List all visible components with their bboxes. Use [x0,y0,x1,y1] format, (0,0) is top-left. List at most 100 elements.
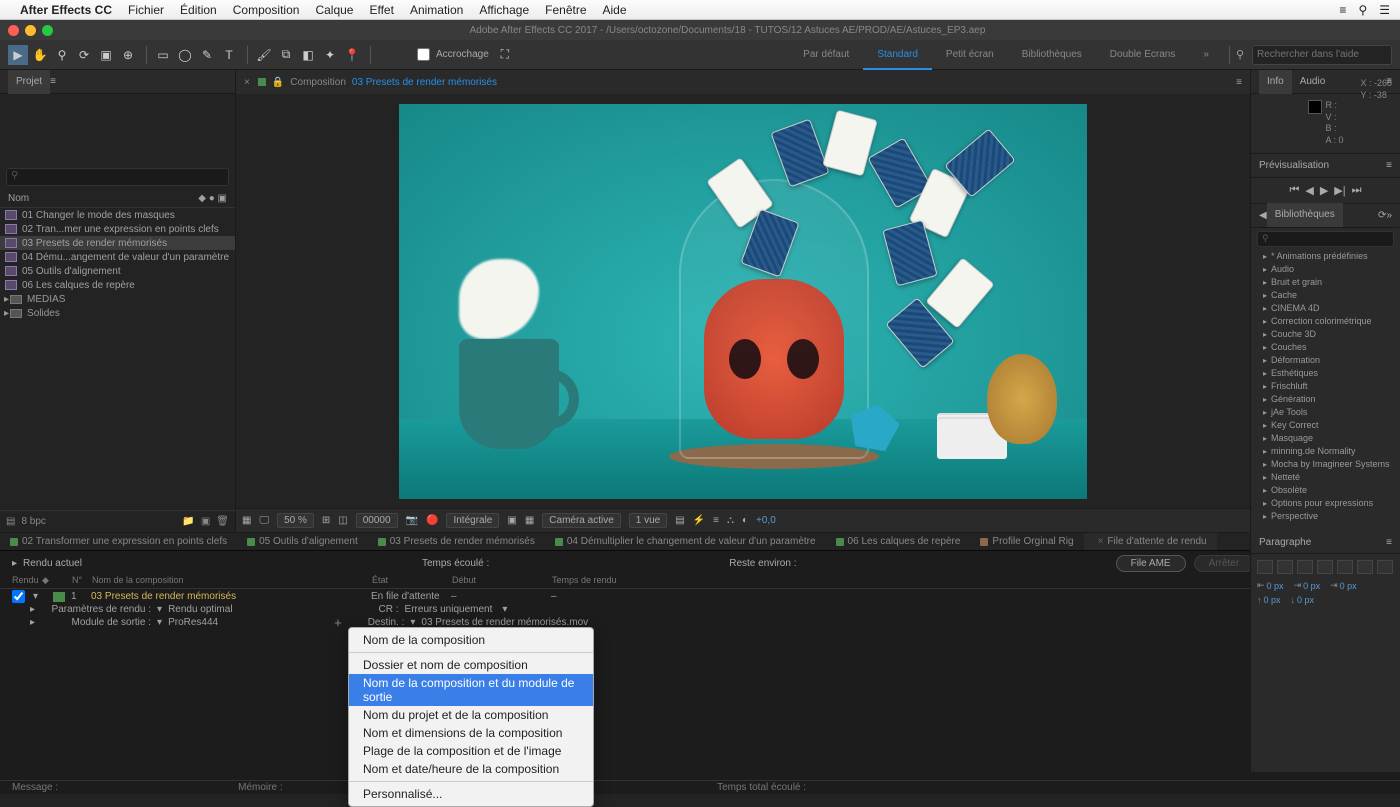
snap-option-icon[interactable]: ⛶ [495,45,515,65]
project-tab[interactable]: Projet [8,70,50,94]
ctx-item[interactable]: Nom et date/heure de la composition [349,760,593,778]
workspace-standard[interactable]: Standard [863,40,932,70]
composition-name[interactable]: 03 Presets de render mémorisés [352,77,497,88]
timeline-tab[interactable]: 03 Presets de render mémorisés [368,533,545,551]
indent-right[interactable]: ⇥0 px [1330,580,1357,591]
roto-tool[interactable]: ✦ [320,45,340,65]
menubar-list-icon[interactable]: ☰ [1379,3,1390,17]
menu-effet[interactable]: Effet [369,3,393,17]
project-item[interactable]: 04 Dému...angement de valeur d'un paramè… [0,250,235,264]
lib-category[interactable]: Masquage [1251,432,1400,445]
timeline-tab[interactable]: 06 Les calques de repère [826,533,971,551]
play-button[interactable]: ▶ [1320,184,1328,197]
close-window-button[interactable] [8,25,19,36]
add-output-button[interactable]: + [334,615,342,630]
space-before[interactable]: ↑0 px [1257,595,1281,605]
ctx-item[interactable]: Nom du projet et de la composition [349,706,593,724]
render-enable-checkbox[interactable] [12,590,25,603]
workspace-default[interactable]: Par défaut [789,40,863,70]
align-center-button[interactable] [1277,560,1293,574]
paragraph-menu-icon[interactable]: ≡ [1386,537,1392,548]
zoom-dropdown[interactable]: 50 % [277,513,314,528]
resolution-dropdown[interactable]: Intégrale [446,513,499,528]
clone-tool[interactable]: ⧉ [276,45,296,65]
menu-fenetre[interactable]: Fenêtre [545,3,586,17]
lib-category[interactable]: Correction colorimétrique [1251,315,1400,328]
menu-animation[interactable]: Animation [410,3,463,17]
project-item[interactable]: 05 Outils d'alignement [0,264,235,278]
magnification-icon[interactable]: ▦ [242,515,251,526]
menu-fichier[interactable]: Fichier [128,3,164,17]
preview-menu-icon[interactable]: ≡ [1386,160,1392,171]
lib-category[interactable]: jAe Tools [1251,406,1400,419]
lib-category[interactable]: Cache [1251,289,1400,302]
snapshot-icon[interactable]: 📷 [406,515,418,526]
rectangle-tool[interactable]: ▭ [153,45,173,65]
camera-dropdown[interactable]: Caméra active [542,513,620,528]
menu-aide[interactable]: Aide [603,3,627,17]
pixel-aspect-icon[interactable]: ▤ [675,515,684,526]
reset-exposure-icon[interactable]: ◐ [742,515,748,526]
pan-behind-tool[interactable]: ⊕ [118,45,138,65]
menu-composition[interactable]: Composition [233,3,300,17]
justify-last-right-button[interactable] [1357,560,1373,574]
type-tool[interactable]: T [219,45,239,65]
ctx-item[interactable]: Nom de la composition [349,631,593,649]
menu-affichage[interactable]: Affichage [479,3,529,17]
comp-tab-close[interactable]: × [244,77,250,88]
fast-preview-icon[interactable]: ⚡ [693,515,705,526]
pen-tool[interactable]: ✎ [197,45,217,65]
snapping-checkbox[interactable] [417,48,430,61]
ctx-item[interactable]: Plage de la composition et de l'image [349,742,593,760]
camera-tool[interactable]: ▣ [96,45,116,65]
info-tab[interactable]: Info [1259,70,1292,94]
new-folder-icon[interactable]: 📁 [182,516,194,527]
lib-category[interactable]: minning.de Normality [1251,445,1400,458]
render-settings-link[interactable]: Rendu optimal [168,604,232,615]
lib-category[interactable]: Esthétiques [1251,367,1400,380]
project-search-input[interactable]: ⚲ [6,168,229,186]
preview-tab[interactable]: Prévisualisation [1259,160,1329,171]
project-folder[interactable]: ▸ Solides [0,306,235,320]
indent-first[interactable]: ⇥0 px [1294,580,1321,591]
timeline-tab[interactable]: Profile Orginal Rig [970,533,1083,551]
lib-category[interactable]: Perspective [1251,510,1400,523]
justify-last-center-button[interactable] [1337,560,1353,574]
project-folder[interactable]: ▸ MEDIAS [0,292,235,306]
trash-icon[interactable]: 🗑 [216,516,229,527]
workspace-small[interactable]: Petit écran [932,40,1008,70]
prev-frame-button[interactable]: ◀ [1305,184,1313,197]
menu-edition[interactable]: Édition [180,3,217,17]
view-dropdown[interactable]: 1 vue [629,513,667,528]
lib-category[interactable]: * Animations prédéfinies [1251,250,1400,263]
paragraph-tab[interactable]: Paragraphe [1259,537,1311,548]
last-frame-button[interactable]: ⏭ [1352,184,1362,197]
interpret-icon[interactable]: ▤ [6,516,15,527]
space-after[interactable]: ↓0 px [1291,595,1315,605]
bpc-toggle[interactable]: 8 bpc [21,516,45,527]
lib-category[interactable]: Déformation [1251,354,1400,367]
composition-canvas[interactable] [399,104,1087,499]
selection-tool[interactable]: ▶ [8,45,28,65]
roi-icon[interactable]: ▣ [507,515,516,526]
workspace-overflow[interactable]: » [1189,40,1223,70]
render-item-row[interactable]: ▾ 1 03 Presets de render mémorisés En fi… [0,589,1400,604]
ctx-item-highlighted[interactable]: Nom de la composition et du module de so… [349,674,593,706]
project-item[interactable]: 02 Tran...mer une expression en points c… [0,222,235,236]
timeline-icon[interactable]: ≡ [713,515,719,526]
timeline-tab[interactable]: 05 Outils d'alignement [237,533,368,551]
timecode-display[interactable]: 00000 [356,513,398,528]
lib-category[interactable]: Audio [1251,263,1400,276]
composition-viewer[interactable] [236,94,1250,508]
justify-last-left-button[interactable] [1317,560,1333,574]
lib-category[interactable]: CINEMA 4D [1251,302,1400,315]
libraries-overflow-icon[interactable]: » [1386,210,1392,221]
lib-category[interactable]: Netteté [1251,471,1400,484]
menu-calque[interactable]: Calque [315,3,353,17]
zoom-tool[interactable]: ⚲ [52,45,72,65]
grid-icon[interactable]: ⊞ [322,515,330,526]
lib-category[interactable]: Couches [1251,341,1400,354]
first-frame-button[interactable]: ⏮ [1289,184,1299,197]
lib-category[interactable]: Bruit et grain [1251,276,1400,289]
lib-category[interactable]: Options pour expressions [1251,497,1400,510]
